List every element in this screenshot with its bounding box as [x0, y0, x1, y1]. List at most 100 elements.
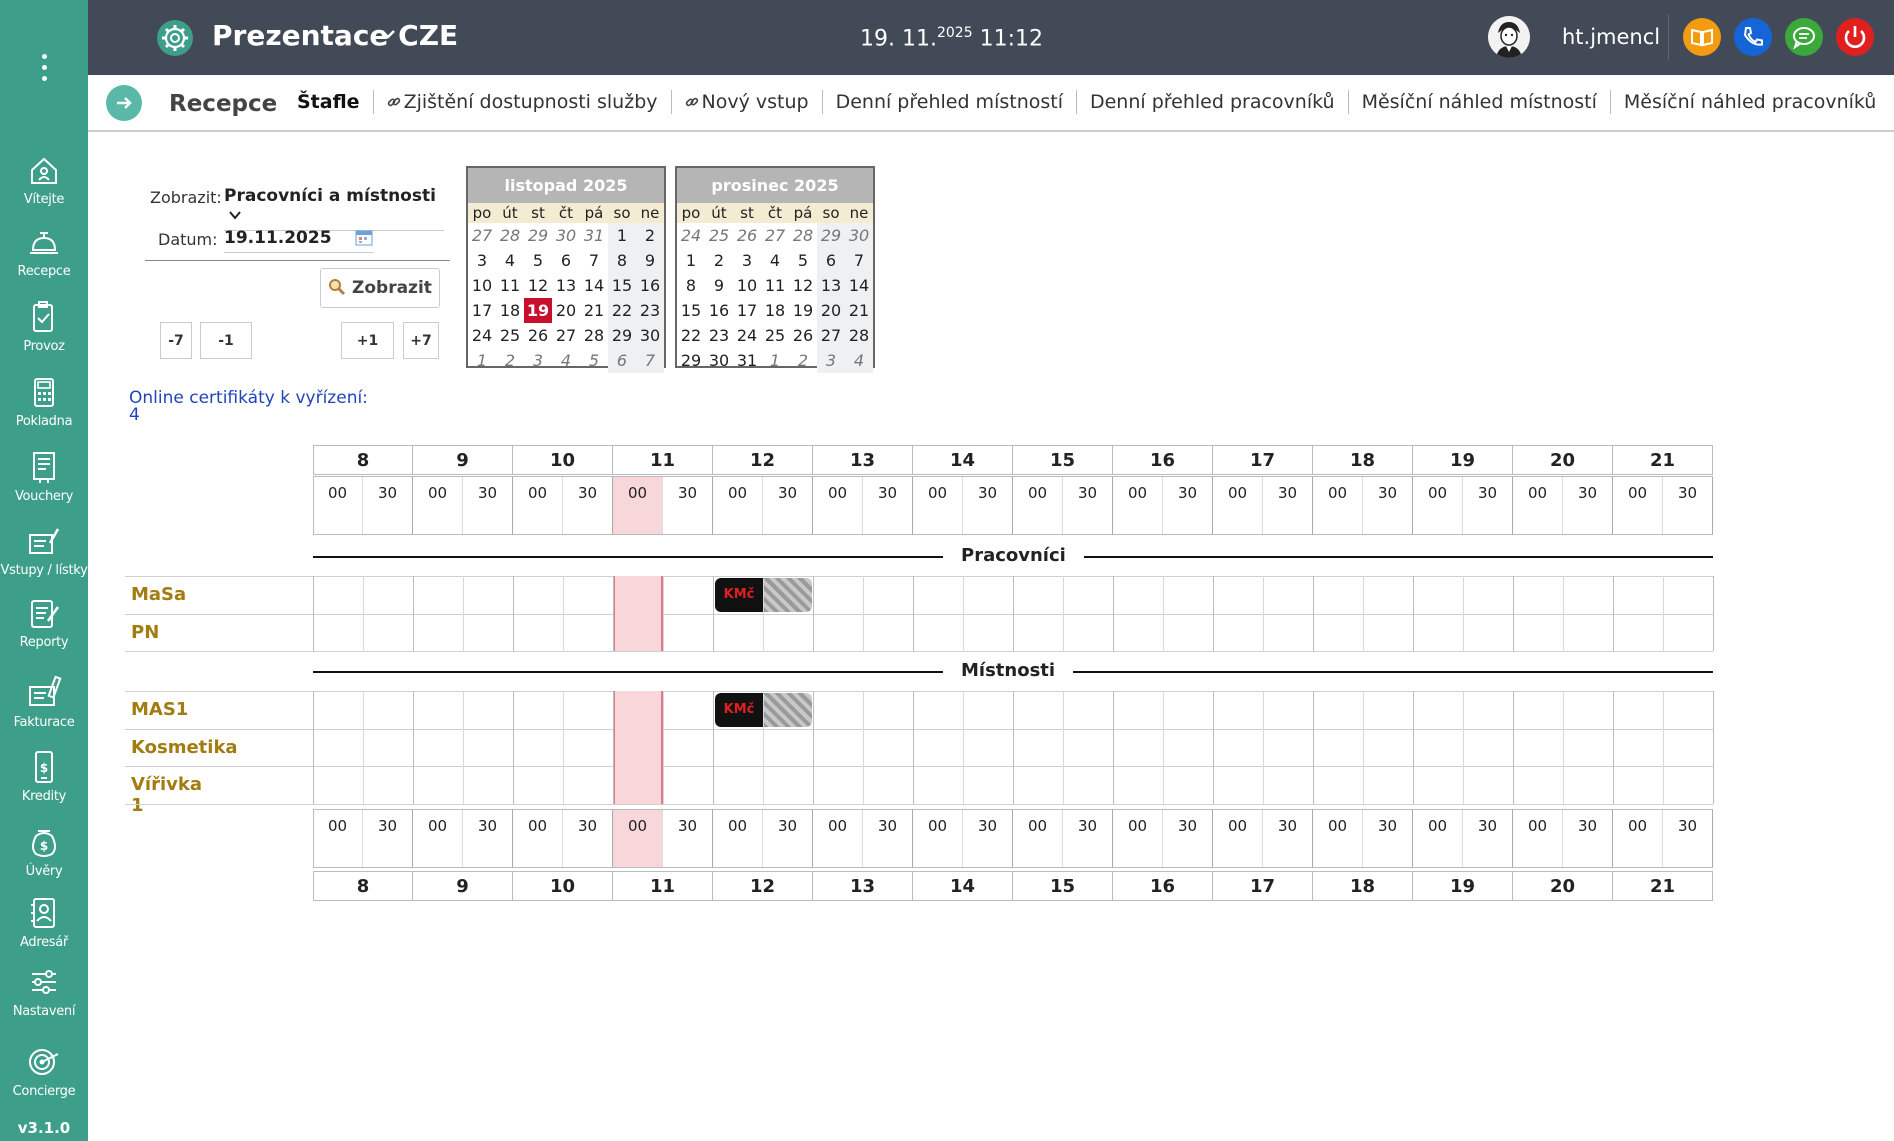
chat-icon[interactable] — [1785, 18, 1823, 56]
calendar-day[interactable]: 11 — [496, 273, 524, 298]
row-label[interactable]: Kosmetika — [131, 737, 238, 758]
sidebar-item-2[interactable]: Recepce — [0, 222, 88, 279]
calendar-day[interactable]: 2 — [705, 248, 733, 273]
calendar-day[interactable]: 25 — [705, 223, 733, 248]
calendar-day[interactable]: 9 — [705, 273, 733, 298]
calendar-day[interactable]: 10 — [468, 273, 496, 298]
calendar-day[interactable]: 18 — [761, 298, 789, 323]
calendar-day[interactable]: 5 — [524, 248, 552, 273]
calendar-day[interactable]: 4 — [552, 348, 580, 373]
app-title[interactable]: Prezentace CZE — [212, 19, 458, 52]
step-plus-7-button[interactable]: +7 — [403, 322, 439, 359]
calendar-day[interactable]: 15 — [608, 273, 636, 298]
booking-buffer[interactable] — [763, 578, 812, 612]
row-label[interactable]: MaSa — [131, 584, 186, 605]
chevron-down-icon[interactable] — [378, 24, 398, 50]
calendar-day[interactable]: 27 — [468, 223, 496, 248]
calendar-day[interactable]: 16 — [705, 298, 733, 323]
step-minus-7-button[interactable]: -7 — [160, 322, 192, 359]
calendar-day[interactable]: 30 — [845, 223, 873, 248]
power-icon[interactable] — [1836, 18, 1874, 56]
calendar-day[interactable]: 6 — [817, 248, 845, 273]
calendar-day[interactable]: 14 — [845, 273, 873, 298]
calendar-day[interactable]: 20 — [817, 298, 845, 323]
calendar-day[interactable]: 29 — [817, 223, 845, 248]
sidebar-item-4[interactable]: Pokladna — [0, 372, 88, 429]
calendar-day[interactable]: 22 — [608, 298, 636, 323]
sidebar-item-9[interactable]: $ Kredity — [0, 747, 88, 804]
calendar-day[interactable]: 26 — [733, 223, 761, 248]
calendar-title[interactable]: listopad 2025 — [468, 168, 664, 203]
calendar-day[interactable]: 17 — [733, 298, 761, 323]
calendar-day[interactable]: 19 — [524, 298, 552, 323]
calendar-day[interactable]: 10 — [733, 273, 761, 298]
calendar-day[interactable]: 6 — [552, 248, 580, 273]
calendar-day[interactable]: 4 — [845, 348, 873, 373]
calendar-day[interactable]: 5 — [789, 248, 817, 273]
show-button[interactable]: Zobrazit — [320, 268, 440, 308]
arrow-right-icon[interactable] — [106, 85, 142, 121]
more-menu-icon[interactable] — [0, 54, 88, 87]
calendar-day[interactable]: 15 — [677, 298, 705, 323]
calendar-day[interactable]: 13 — [552, 273, 580, 298]
calendar-day[interactable]: 2 — [636, 223, 664, 248]
booking-buffer[interactable] — [763, 693, 812, 727]
calendar-day[interactable]: 21 — [580, 298, 608, 323]
calendar-day[interactable]: 7 — [845, 248, 873, 273]
calendar-day[interactable]: 26 — [789, 323, 817, 348]
sidebar-item-11[interactable]: Adresář — [0, 893, 88, 950]
calendar-day[interactable]: 21 — [845, 298, 873, 323]
calendar-day[interactable]: 9 — [636, 248, 664, 273]
calendar-day[interactable]: 25 — [496, 323, 524, 348]
sidebar-item-10[interactable]: $ Úvěry — [0, 822, 88, 879]
calendar-day[interactable]: 5 — [580, 348, 608, 373]
tab-3[interactable]: Nový vstup — [670, 90, 822, 114]
calendar-day[interactable]: 20 — [552, 298, 580, 323]
booking-block[interactable]: KMč — [715, 578, 763, 612]
sidebar-item-7[interactable]: Reporty — [0, 593, 88, 650]
tab-2[interactable]: Zjištění dostupnosti služby — [372, 90, 671, 114]
calendar-day[interactable]: 30 — [552, 223, 580, 248]
calendar-day[interactable]: 1 — [677, 248, 705, 273]
calendar-day[interactable]: 29 — [524, 223, 552, 248]
calendar-day[interactable]: 29 — [608, 323, 636, 348]
calendar-day[interactable]: 1 — [761, 348, 789, 373]
calendar-day[interactable]: 4 — [761, 248, 789, 273]
calendar-day[interactable]: 18 — [496, 298, 524, 323]
calendar-day[interactable]: 30 — [705, 348, 733, 373]
sidebar-item-1[interactable]: Vítejte — [0, 150, 88, 207]
calendar-day[interactable]: 19 — [789, 298, 817, 323]
calendar-day[interactable]: 28 — [580, 323, 608, 348]
calendar-day[interactable]: 4 — [496, 248, 524, 273]
tab-7[interactable]: Měsíční náhled pracovníků — [1609, 90, 1889, 114]
calendar-day[interactable]: 31 — [580, 223, 608, 248]
calendar-day[interactable]: 8 — [608, 248, 636, 273]
tab-5[interactable]: Denní přehled pracovníků — [1075, 90, 1348, 114]
calendar-day[interactable]: 30 — [636, 323, 664, 348]
row-label[interactable]: PN — [131, 622, 159, 643]
sidebar-item-12[interactable]: Nastavení — [0, 962, 88, 1019]
row-label[interactable]: Vířivka 1 — [131, 774, 202, 816]
calendar-day[interactable]: 24 — [468, 323, 496, 348]
tab-1[interactable]: Štafle — [284, 90, 373, 114]
calendar-day[interactable]: 1 — [468, 348, 496, 373]
calendar-day[interactable]: 16 — [636, 273, 664, 298]
row-label[interactable]: MAS1 — [131, 699, 188, 720]
calendar-day[interactable]: 3 — [817, 348, 845, 373]
calendar-day[interactable]: 26 — [524, 323, 552, 348]
step-minus-1-button[interactable]: -1 — [200, 322, 252, 359]
calendar-day[interactable]: 12 — [789, 273, 817, 298]
sidebar-item-6[interactable]: Vstupy / lístky — [0, 521, 88, 578]
tab-6[interactable]: Měsíční náhled místností — [1347, 90, 1610, 114]
online-certificates[interactable]: Online certifikáty k vyřízení: 4 — [129, 390, 368, 424]
calendar-day[interactable]: 14 — [580, 273, 608, 298]
calendar-day[interactable]: 17 — [468, 298, 496, 323]
date-field[interactable]: 19.11.2025 — [224, 228, 374, 253]
sidebar-item-13[interactable]: Concierge — [0, 1042, 88, 1099]
avatar[interactable] — [1488, 16, 1530, 58]
calendar-day[interactable]: 22 — [677, 323, 705, 348]
sidebar-item-8[interactable]: Fakturace — [0, 673, 88, 730]
calendar-day[interactable]: 11 — [761, 273, 789, 298]
calendar-day[interactable]: 2 — [496, 348, 524, 373]
calendar-day[interactable]: 3 — [468, 248, 496, 273]
